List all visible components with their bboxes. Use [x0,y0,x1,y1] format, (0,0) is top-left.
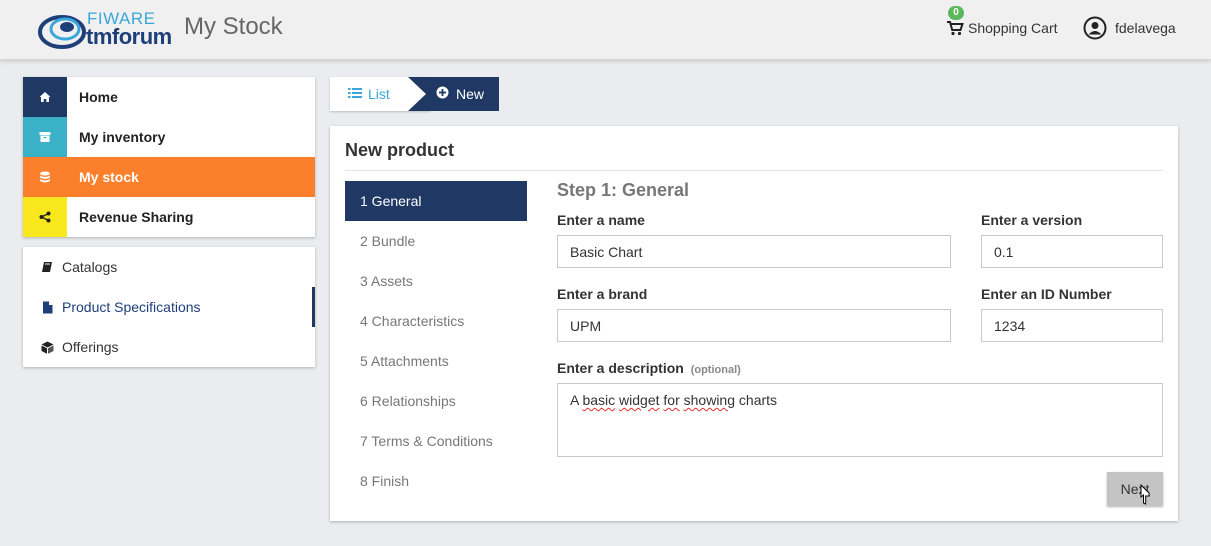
sidebar-item-product-specifications[interactable]: Product Specifications [23,287,315,327]
sidebar-item-label: Offerings [62,339,119,355]
step-attachments[interactable]: 5 Attachments [345,341,527,381]
list-icon [348,86,362,102]
logo-swirl-icon [38,15,86,49]
description-word: basic [582,392,616,408]
description-label: Enter a description [557,360,684,376]
sidebar-item-label: Catalogs [62,259,118,275]
sidebar-item-my-stock[interactable]: My stock [23,157,315,197]
next-button[interactable]: Next [1107,472,1163,506]
description-label-row: Enter a description (optional) [557,360,741,376]
sidebar-item-label: Revenue Sharing [79,209,194,225]
sidebar-sub-nav: Catalogs Product Specifications Offering… [23,247,315,367]
mouse-pointer-icon [1140,484,1150,505]
step-assets[interactable]: 3 Assets [345,261,527,301]
cart-count-badge: 0 [948,6,964,20]
user-circle-icon [1083,16,1107,40]
breadcrumb: List New [330,77,500,111]
sidebar-item-label: Home [79,89,118,105]
version-input[interactable]: 0.1 [981,235,1163,268]
description-word: charts [738,392,778,408]
divider [345,170,1163,171]
sidebar-item-revenue-sharing[interactable]: Revenue Sharing [23,197,315,237]
step-characteristics[interactable]: 4 Characteristics [345,301,527,341]
id-number-label: Enter an ID Number [981,286,1112,302]
id-number-input[interactable]: 1234 [981,309,1163,342]
step-bundle[interactable]: 2 Bundle [345,221,527,261]
sidebar-item-label: My inventory [79,129,166,145]
brand-label: Enter a brand [557,286,648,302]
step-terms-conditions[interactable]: 7 Terms & Conditions [345,421,527,461]
sidebar-item-offerings[interactable]: Offerings [23,327,315,367]
logo-tmforum-text: tmforum [86,24,172,49]
fiware-tmforum-logo[interactable]: FIWARE tmforum [38,8,178,52]
shopping-cart-link[interactable]: 0 Shopping Cart [946,6,1058,38]
sidebar-item-catalogs[interactable]: Catalogs [23,247,315,287]
plus-circle-icon [436,86,449,102]
top-header: FIWARE tmforum My Stock 0 Shopping Cart … [0,0,1211,60]
sidebar-item-my-inventory[interactable]: My inventory [23,117,315,157]
description-textarea[interactable]: A basic widget for showing charts [557,383,1163,457]
new-product-panel: New product 1 General 2 Bundle 3 Assets … [330,126,1178,521]
description-word: widget [619,392,660,408]
step-finish[interactable]: 8 Finish [345,461,527,501]
brand-input[interactable]: UPM [557,309,951,342]
description-word: for [663,392,680,408]
username: fdelavega [1115,20,1176,36]
breadcrumb-new-label: New [456,86,485,102]
archive-icon [23,117,67,157]
app-title: My Stock [184,13,283,40]
panel-title: New product [345,140,455,160]
cart-icon [947,21,964,36]
breadcrumb-list-label: List [368,86,390,102]
sidebar-item-label: My stock [79,169,139,185]
version-label: Enter a version [981,212,1083,228]
wizard-steps: 1 General 2 Bundle 3 Assets 4 Characteri… [345,181,527,501]
step-heading: Step 1: General [557,180,690,200]
name-label: Enter a name [557,212,645,228]
sidebar-main-nav: Home My inventory My stock Revenue Shari… [23,77,315,237]
sidebar-item-label: Product Specifications [62,299,201,315]
step-relationships[interactable]: 6 Relationships [345,381,527,421]
home-icon [23,77,67,117]
optional-hint: (optional) [690,364,741,376]
description-word: A [570,392,579,408]
name-input[interactable]: Basic Chart [557,235,951,268]
step-general[interactable]: 1 General [345,181,527,221]
share-icon [23,197,67,237]
file-icon [40,300,54,314]
book-icon [40,260,54,274]
user-menu[interactable]: fdelavega [1083,15,1176,41]
cube-icon [40,340,54,354]
database-icon [23,157,67,197]
sidebar-item-home[interactable]: Home [23,77,315,117]
cart-label: Shopping Cart [968,20,1058,36]
description-word: showing [683,392,736,408]
